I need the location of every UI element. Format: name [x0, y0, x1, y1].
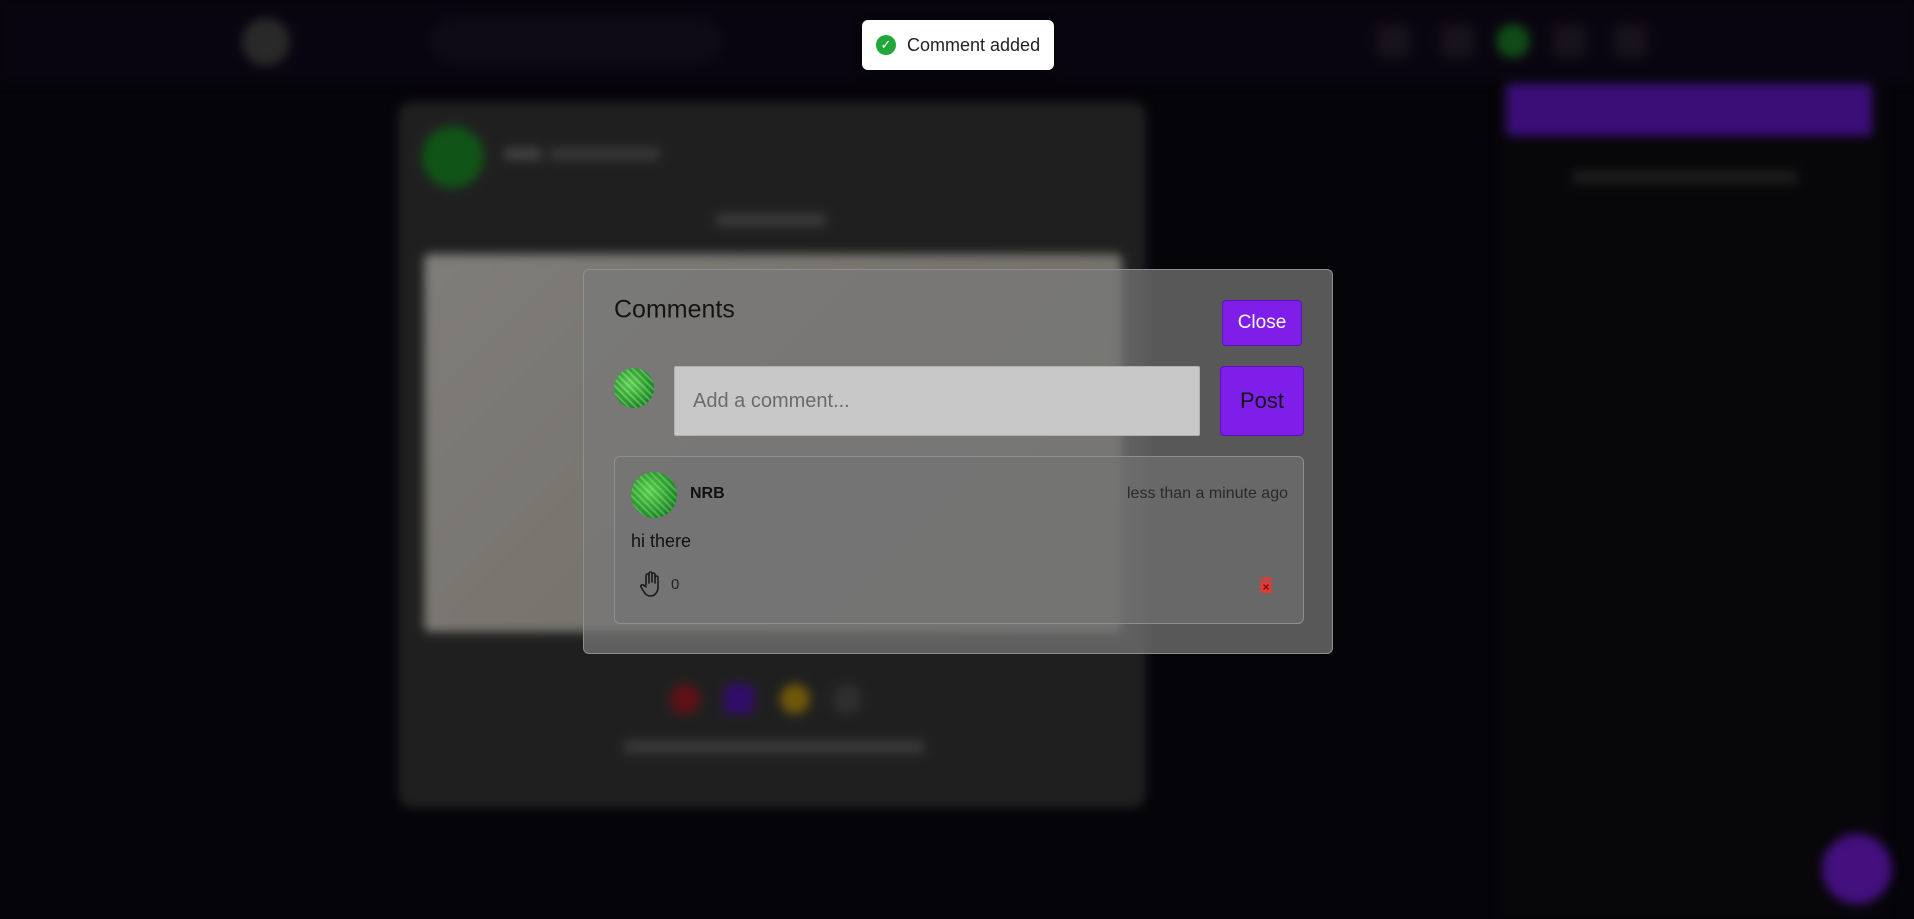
current-user-avatar	[614, 368, 654, 408]
toast-message: Comment added	[907, 34, 1041, 55]
comment-like-button[interactable]: 0	[639, 569, 679, 599]
toast-notification: ✓ Comment added	[862, 20, 1054, 70]
post-button[interactable]: Post	[1220, 366, 1304, 436]
comment-text: hi there	[631, 531, 692, 551]
comment-author-name[interactable]: NRB	[690, 485, 725, 503]
comment-item: NRB less than a minute ago hi there 0	[614, 456, 1304, 624]
comments-modal: Comments Close Post NRB less than a minu…	[583, 269, 1333, 654]
comment-delete-button[interactable]	[1255, 574, 1277, 596]
comment-timestamp: less than a minute ago	[1127, 485, 1288, 502]
comment-like-count: 0	[671, 575, 680, 593]
trash-icon	[1259, 577, 1273, 593]
check-circle-icon: ✓	[876, 35, 896, 55]
close-button[interactable]: Close	[1222, 300, 1302, 346]
hand-icon	[640, 571, 659, 597]
comment-author-avatar[interactable]	[631, 472, 677, 518]
modal-title: Comments	[614, 295, 735, 324]
comment-input[interactable]	[674, 366, 1200, 436]
